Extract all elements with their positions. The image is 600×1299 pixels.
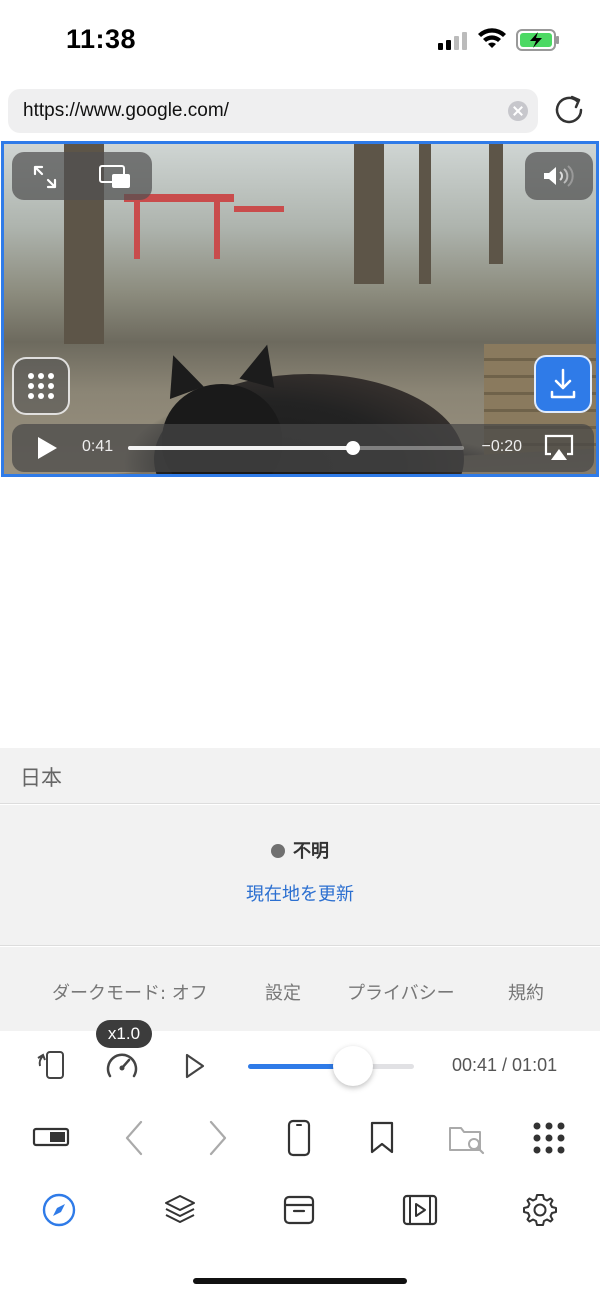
video-top-left-controls [12,152,152,200]
volume-icon [544,165,574,187]
address-bar[interactable]: https://www.google.com/ [8,89,538,133]
player-time: 00:41 / 01:01 [452,1055,558,1075]
picture-in-picture-icon[interactable] [98,164,132,190]
grid-icon [28,373,54,399]
player-seek-bar[interactable] [248,1046,414,1086]
download-icon [550,368,576,399]
dark-mode-link[interactable]: ダークモード: オフ [52,979,208,1005]
home-indicator [193,1278,407,1284]
signal-icon [438,32,467,50]
background-tree [489,144,503,264]
status-bar: 11:38 [0,0,600,80]
reload-icon[interactable] [550,91,588,129]
settings-icon[interactable] [523,1193,557,1227]
video-seek-knob[interactable] [346,441,361,455]
video-remaining-time: −0:20 [481,438,522,455]
airplay-icon[interactable] [544,434,574,462]
layers-icon[interactable] [163,1193,197,1227]
rotate-icon[interactable] [36,1048,68,1082]
torii-gate [134,199,140,259]
forward-icon[interactable] [208,1120,228,1156]
archive-icon[interactable] [283,1194,315,1226]
privacy-link[interactable]: プライバシー [347,979,455,1005]
update-location-link[interactable]: 現在地を更新 [0,880,600,906]
location-status: 不明 [0,837,600,863]
video-menu-button[interactable] [12,357,70,415]
mute-button[interactable] [525,152,593,200]
playback-speed-badge[interactable]: x1.0 [96,1020,152,1048]
background-tree [419,144,431,284]
region-label: 日本 [20,766,62,790]
battery-charging-icon [516,29,559,51]
play-icon[interactable] [36,436,58,460]
status-time: 11:38 [66,24,137,54]
phone-icon[interactable] [287,1119,311,1157]
location-status-text: 不明 [293,841,329,862]
video-seek-bar[interactable] [128,441,464,455]
back-icon[interactable] [124,1120,144,1156]
video-controls: 0:41 −0:20 [12,424,594,472]
video-seek-fill [128,446,354,450]
terms-link[interactable]: 規約 [508,979,544,1005]
settings-link[interactable]: 設定 [265,979,301,1005]
footer-links: ダークモード: オフ 設定 プライバシー 規約 [0,947,600,1031]
url-text[interactable]: https://www.google.com/ [23,100,229,122]
toggle-icon[interactable] [32,1126,70,1148]
speed-gauge-icon[interactable] [104,1048,140,1082]
video-elapsed-time: 0:41 [82,438,114,455]
video-icon[interactable] [402,1193,438,1227]
region-bar: 日本 [0,748,600,804]
player-seek-knob[interactable] [332,1046,373,1086]
location-panel: 不明 現在地を更新 [0,805,600,946]
download-button[interactable] [534,355,592,413]
background-tree [354,144,384,284]
bookmark-icon[interactable] [369,1121,395,1155]
screen: 11:38 https://www.google.com/ 0:41 −0:20… [0,0,600,1299]
wifi-icon [478,28,506,48]
clear-url-icon[interactable] [508,101,528,121]
fullscreen-icon[interactable] [32,164,58,190]
compass-icon[interactable] [42,1193,76,1227]
torii-gate [214,199,220,259]
location-dot-icon [271,844,285,858]
folder-search-icon[interactable] [448,1123,486,1155]
play-icon[interactable] [184,1053,206,1079]
torii-gate [234,206,284,212]
grid-icon[interactable] [533,1122,565,1154]
video-player[interactable]: 0:41 −0:20 [1,141,599,477]
